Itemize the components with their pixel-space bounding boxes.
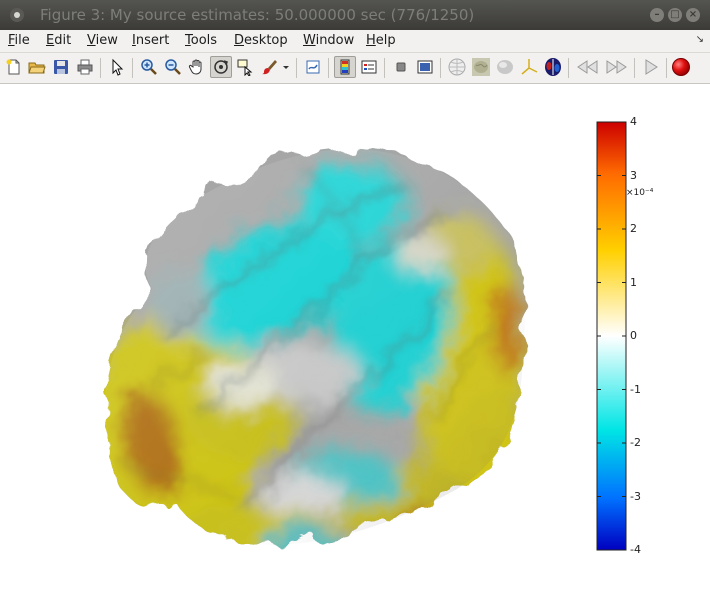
colorbar-tick-label: 1	[630, 275, 637, 289]
menu-bar: File Edit View Insert Tools Desktop Wind…	[0, 30, 710, 53]
zoom-out-icon[interactable]	[162, 56, 184, 78]
menu-help[interactable]: Help	[366, 33, 396, 48]
colorbar-tick-label: 2	[630, 222, 637, 235]
window-menu-icon[interactable]	[10, 8, 24, 22]
print-icon[interactable]	[74, 56, 96, 78]
colorbar-tick-label: -4	[630, 543, 641, 556]
colorbar-tick-label: -3	[630, 489, 641, 503]
toolbar-separator	[100, 58, 101, 78]
brain-shading	[104, 148, 525, 545]
rewind-icon[interactable]	[574, 56, 600, 78]
brush-icon[interactable]	[258, 56, 280, 78]
zoom-in-icon[interactable]	[138, 56, 160, 78]
select-arrow-icon[interactable]	[106, 56, 128, 78]
toolbar-separator	[568, 58, 569, 78]
menu-edit[interactable]: Edit	[46, 33, 71, 48]
brain-hemispheres-icon[interactable]	[542, 56, 564, 78]
colorbar-icon[interactable]	[334, 56, 356, 78]
menu-insert[interactable]: Insert	[132, 33, 169, 48]
toolbar-separator	[440, 58, 441, 78]
toolbar-separator	[132, 58, 133, 78]
colorbar-tick-label: 4	[630, 115, 637, 128]
brain-3d-view[interactable]	[2, 84, 708, 608]
axes-icon[interactable]	[518, 56, 540, 78]
colorbar[interactable]	[596, 121, 627, 551]
show-plot-tools-icon[interactable]	[414, 56, 436, 78]
colorbar-tick-label: -1	[630, 382, 641, 396]
toolbar-separator	[384, 58, 385, 78]
fast-forward-icon[interactable]	[604, 56, 630, 78]
brain-sphere-icon[interactable]	[446, 56, 468, 78]
save-icon[interactable]	[50, 56, 72, 78]
colorbar-tick-label: 3	[630, 168, 637, 182]
window-title: Figure 3: My source estimates: 50.000000…	[40, 6, 475, 24]
rotate-3d-icon[interactable]	[210, 56, 232, 78]
link-plot-icon[interactable]	[302, 56, 324, 78]
dock-arrow-icon[interactable]: ↘	[696, 34, 704, 45]
new-figure-icon[interactable]	[3, 56, 25, 78]
colorbar-tick-label: -2	[630, 436, 641, 449]
menu-view[interactable]: View	[87, 33, 118, 48]
menu-file[interactable]: File	[8, 33, 30, 48]
legend-icon[interactable]	[358, 56, 380, 78]
brain-smooth-icon[interactable]	[470, 56, 492, 78]
minimize-icon[interactable]: –	[650, 8, 664, 22]
menu-window[interactable]: Window	[303, 33, 354, 48]
toolbar-separator	[328, 58, 329, 78]
toolbar-separator	[634, 58, 635, 78]
hide-plot-tools-icon[interactable]	[390, 56, 412, 78]
colorbar-tick-label: 0	[630, 329, 637, 342]
brain-surface-icon[interactable]	[494, 56, 516, 78]
maximize-icon[interactable]: □	[668, 8, 682, 22]
record-icon[interactable]	[670, 56, 692, 78]
data-cursor-icon[interactable]	[234, 56, 256, 78]
colorbar-gradient[interactable]	[596, 121, 627, 551]
menu-desktop[interactable]: Desktop	[234, 33, 288, 48]
toolbar-separator	[666, 58, 667, 78]
figure-canvas[interactable]: ×10⁻⁴ 4 3 2 1 0 -1 -2 -3 -4	[2, 84, 708, 608]
brush-dropdown-icon[interactable]	[280, 56, 292, 78]
pan-hand-icon[interactable]	[186, 56, 208, 78]
close-icon[interactable]: ×	[686, 8, 700, 22]
menu-tools[interactable]: Tools	[185, 33, 217, 48]
figure-toolbar	[0, 53, 710, 84]
open-file-icon[interactable]	[26, 56, 48, 78]
colorbar-exponent: ×10⁻⁴	[626, 188, 654, 198]
toolbar-separator	[296, 58, 297, 78]
figure-window: Figure 3: My source estimates: 50.000000…	[0, 0, 710, 610]
title-bar[interactable]: Figure 3: My source estimates: 50.000000…	[0, 0, 710, 30]
play-icon[interactable]	[640, 56, 662, 78]
